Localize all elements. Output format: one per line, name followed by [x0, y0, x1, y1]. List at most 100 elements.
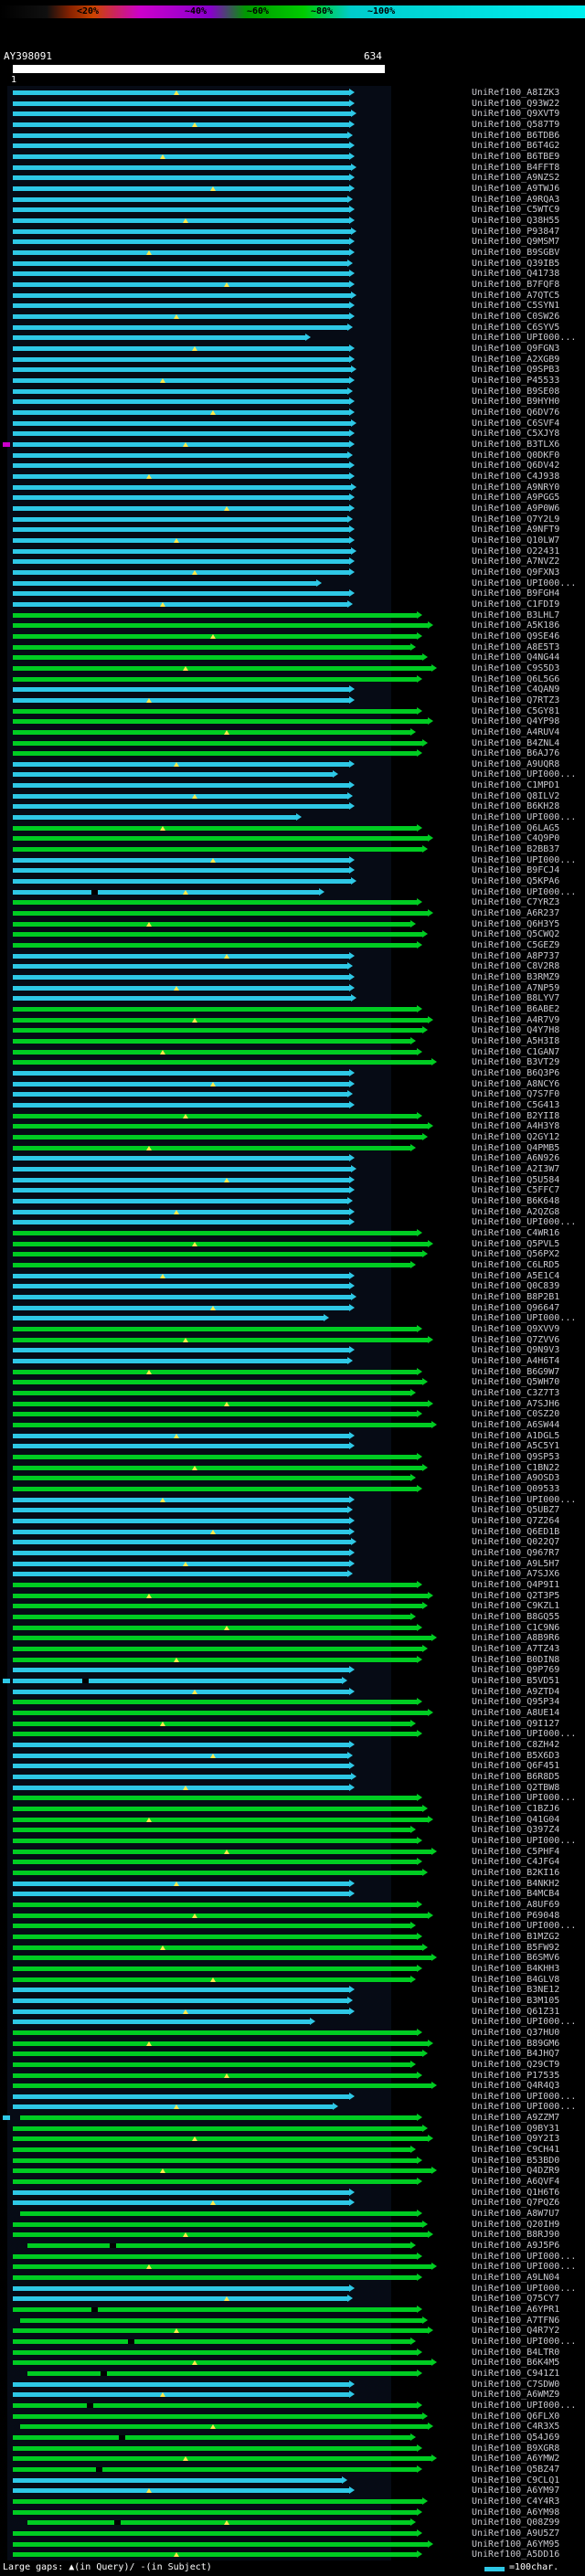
hit-label[interactable]: UniRef100_Q6ED1B — [472, 1527, 559, 1537]
hit-label[interactable]: UniRef100_Q4PMB5 — [472, 1143, 559, 1153]
hit-label[interactable]: UniRef100_Q6LAG5 — [472, 823, 559, 833]
hit-label[interactable]: UniRef100_B4JHQ7 — [472, 2050, 559, 2059]
hit-label[interactable]: UniRef100_A6R237 — [472, 909, 559, 918]
hit-bar[interactable] — [13, 324, 347, 330]
hit-label[interactable]: UniRef100_C4JFG4 — [472, 1858, 559, 1867]
hit-label[interactable]: UniRef100_A8NCY6 — [472, 1079, 559, 1089]
hit-label[interactable]: UniRef100_Q9Y2I3 — [472, 2135, 559, 2144]
hit-label[interactable]: UniRef100_P69048 — [472, 1911, 559, 1921]
hit-bar[interactable] — [13, 857, 349, 863]
hit-bar[interactable] — [13, 1870, 422, 1875]
hit-bar[interactable] — [13, 2392, 349, 2398]
hit-bar[interactable] — [13, 431, 349, 437]
hit-bar[interactable] — [13, 207, 349, 213]
hit-bar[interactable] — [13, 996, 351, 1002]
hit-label[interactable]: UniRef100_A8UF69 — [472, 1900, 559, 1910]
hit-label[interactable]: UniRef100_B5X6D3 — [472, 1751, 559, 1761]
hit-label[interactable]: UniRef100_UPI000... — [472, 1314, 576, 1323]
hit-bar[interactable] — [13, 548, 351, 554]
hit-bar[interactable] — [13, 1103, 349, 1108]
hit-bar[interactable] — [13, 1039, 410, 1044]
hit-bar[interactable] — [13, 1017, 428, 1023]
hit-bar[interactable] — [13, 1273, 349, 1278]
hit-label[interactable]: UniRef100_Q41G04 — [472, 1815, 559, 1825]
hit-label[interactable]: UniRef100_A6YM97 — [472, 2486, 559, 2496]
hit-label[interactable]: UniRef100_B3NE12 — [472, 1986, 559, 1995]
hit-bar[interactable] — [13, 2094, 349, 2099]
hit-label[interactable]: UniRef100_B6ABE2 — [472, 1005, 559, 1014]
hit-bar[interactable] — [13, 676, 417, 682]
hit-label[interactable]: UniRef100_Q09533 — [472, 1484, 559, 1494]
hit-bar[interactable] — [13, 868, 349, 874]
hit-label[interactable]: UniRef100_B4NKH2 — [472, 1879, 559, 1889]
hit-bar[interactable] — [13, 665, 431, 671]
hit-label[interactable]: UniRef100_C4R3X5 — [472, 2422, 559, 2432]
hit-label[interactable]: UniRef100_B89GM6 — [472, 2039, 559, 2049]
hit-bar[interactable] — [13, 154, 349, 159]
hit-bar[interactable] — [13, 1966, 417, 1971]
hit-label[interactable]: UniRef100_B6TBE9 — [472, 152, 559, 162]
hit-label[interactable]: UniRef100_A8UE14 — [472, 1708, 559, 1718]
hit-bar[interactable] — [20, 2317, 422, 2323]
hit-bar[interactable] — [13, 1785, 349, 1790]
hit-bar[interactable] — [13, 1646, 422, 1651]
hit-label[interactable]: UniRef100_UPI000... — [472, 887, 576, 897]
hit-label[interactable]: UniRef100_Q7Z264 — [472, 1516, 559, 1526]
hit-label[interactable]: UniRef100_UPI000... — [472, 2263, 576, 2272]
hit-label[interactable]: UniRef100_B6K648 — [472, 1197, 559, 1206]
hit-bar[interactable] — [13, 601, 347, 607]
hit-label[interactable]: UniRef100_Q9FGN3 — [472, 344, 559, 354]
hit-bar[interactable] — [27, 2371, 417, 2377]
hit-bar[interactable] — [13, 1838, 417, 1843]
hit-label[interactable]: UniRef100_A4RUV4 — [472, 727, 559, 737]
hit-label[interactable]: UniRef100_B6R8D5 — [472, 1772, 559, 1782]
hit-label[interactable]: UniRef100_B6KH28 — [472, 802, 559, 811]
hit-bar[interactable] — [13, 1764, 349, 1769]
hit-label[interactable]: UniRef100_B3VT29 — [472, 1058, 559, 1067]
hit-bar[interactable] — [13, 1892, 349, 1897]
hit-bar[interactable] — [13, 1721, 410, 1726]
hit-label[interactable]: UniRef100_C6LRD5 — [472, 1261, 559, 1270]
hit-label[interactable]: UniRef100_P93847 — [472, 227, 559, 237]
hit-bar[interactable] — [13, 1209, 349, 1214]
hit-label[interactable]: UniRef100_Q5PVL5 — [472, 1239, 559, 1249]
hit-label[interactable]: UniRef100_A4R7V9 — [472, 1015, 559, 1025]
hit-bar[interactable] — [13, 708, 417, 714]
hit-bar[interactable] — [13, 729, 410, 735]
hit-label[interactable]: UniRef100_Q9P769 — [472, 1666, 559, 1675]
hit-bar[interactable] — [13, 1177, 349, 1182]
hit-bar[interactable] — [13, 1913, 428, 1918]
hit-bar[interactable] — [13, 1071, 349, 1076]
hit-label[interactable]: UniRef100_Q54J69 — [472, 2433, 559, 2443]
hit-label[interactable]: UniRef100_A2QZG8 — [472, 1207, 559, 1217]
hit-bar[interactable] — [13, 1934, 417, 1939]
hit-label[interactable]: UniRef100_UPI000... — [472, 770, 576, 779]
hit-label[interactable]: UniRef100_B9SGBV — [472, 248, 559, 258]
hit-bar[interactable] — [13, 1241, 428, 1246]
hit-bar[interactable] — [13, 1327, 417, 1332]
hit-bar[interactable] — [13, 1369, 417, 1374]
hit-label[interactable]: UniRef100_B6G9W7 — [472, 1367, 559, 1377]
hit-label[interactable]: UniRef100_Q7RTZ3 — [472, 695, 559, 705]
hit-label[interactable]: UniRef100_Q9SPB3 — [472, 366, 559, 375]
hit-bar[interactable] — [13, 2264, 431, 2270]
hit-label[interactable]: UniRef100_Q7ZVV6 — [472, 1335, 559, 1345]
hit-bar[interactable] — [13, 569, 349, 575]
hit-bar[interactable] — [13, 537, 349, 543]
hit-bar[interactable] — [13, 591, 349, 597]
hit-label[interactable]: UniRef100_UPI000... — [472, 1495, 576, 1505]
hit-bar[interactable] — [27, 2243, 410, 2249]
hit-bar[interactable] — [13, 495, 349, 501]
hit-bar[interactable] — [13, 644, 410, 650]
hit-label[interactable]: UniRef100_A7TZ43 — [472, 1644, 559, 1654]
hit-label[interactable]: UniRef100_A9NZS2 — [472, 174, 559, 183]
hit-bar[interactable] — [13, 2147, 410, 2153]
hit-label[interactable]: UniRef100_Q397Z4 — [472, 1826, 559, 1835]
hit-label[interactable]: UniRef100_C4Y4R3 — [472, 2497, 559, 2507]
hit-bar[interactable] — [13, 2189, 349, 2195]
hit-label[interactable]: UniRef100_Q2GY12 — [472, 1133, 559, 1142]
hit-label[interactable]: UniRef100_B4ZNL4 — [472, 738, 559, 748]
hit-bar[interactable] — [13, 1113, 417, 1118]
hit-bar[interactable] — [13, 1295, 351, 1300]
hit-label[interactable]: UniRef100_B6TDB6 — [472, 131, 559, 141]
